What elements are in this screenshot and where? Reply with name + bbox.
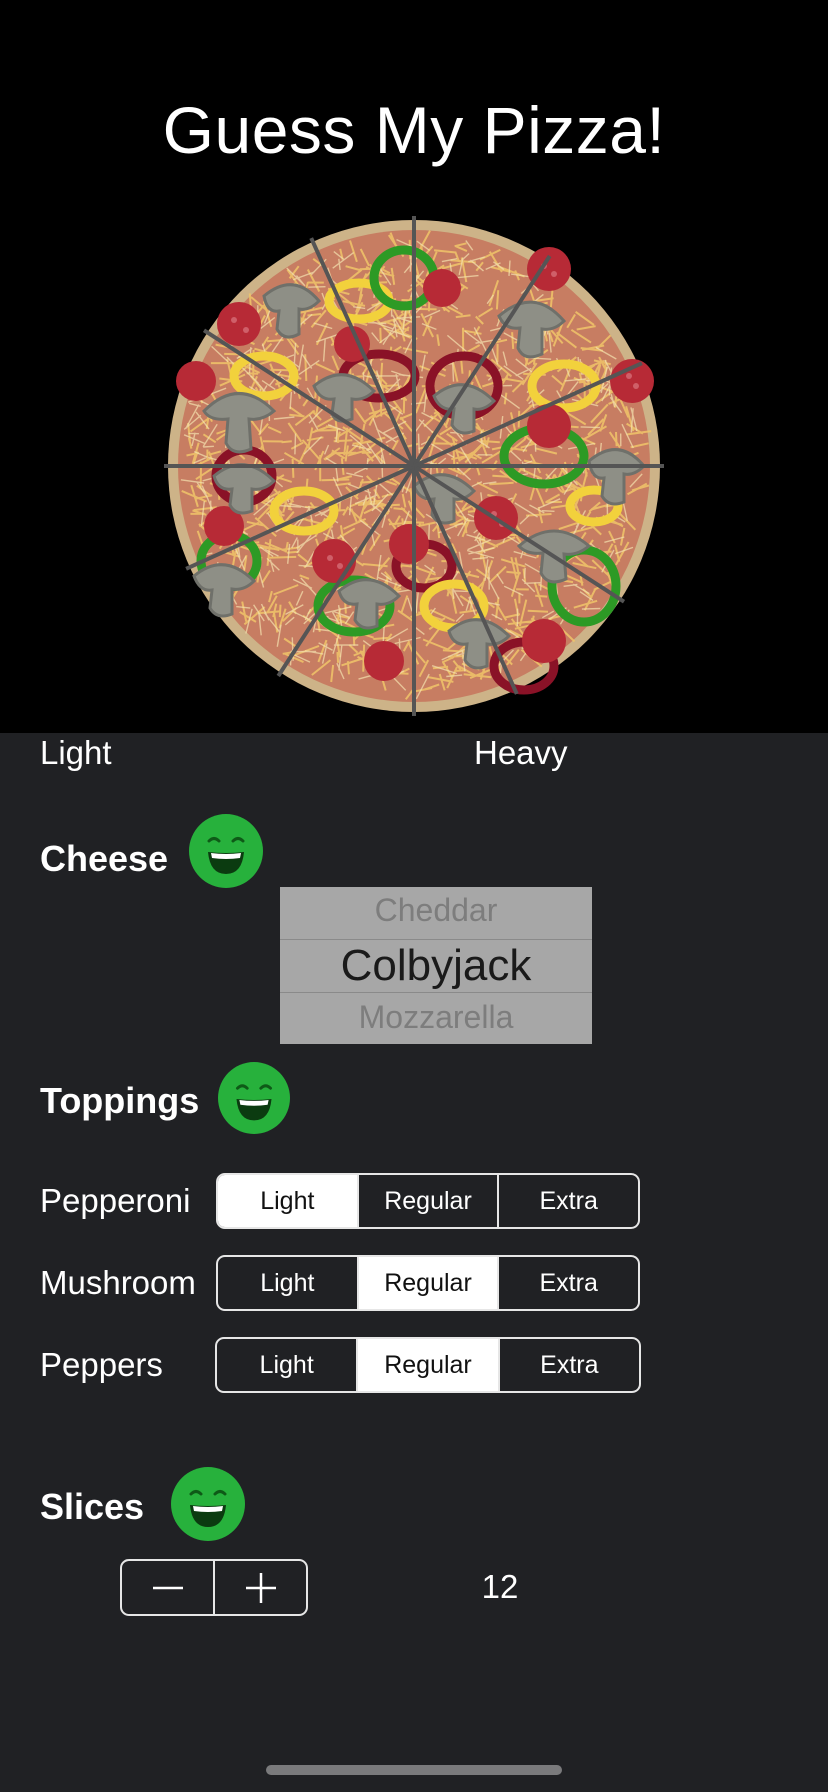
segment-extra[interactable]: Extra [497,1175,638,1227]
slices-stepper[interactable] [120,1559,308,1616]
segment-light[interactable]: Light [218,1175,357,1227]
slider-max-label: Heavy [474,734,568,771]
pepperoni-amount-segmented-control[interactable]: Light Regular Extra [216,1173,640,1229]
picker-option-previous[interactable]: Cheddar [280,892,592,929]
topping-label-mushroom: Mushroom [40,1264,196,1301]
segment-regular[interactable]: Regular [356,1339,498,1391]
slices-heading: Slices [40,1486,145,1527]
peppers-amount-segmented-control[interactable]: Light Regular Extra [215,1337,641,1393]
plus-icon [245,1572,276,1603]
segment-regular[interactable]: Regular [356,1257,498,1309]
segment-light[interactable]: Light [217,1339,356,1391]
decrement-button[interactable] [122,1561,213,1614]
segment-extra[interactable]: Extra [497,1257,638,1309]
slices-count: 12 [481,1568,519,1605]
mushroom-amount-segmented-control[interactable]: Light Regular Extra [216,1255,640,1311]
increment-button[interactable] [213,1561,306,1614]
picker-divider [280,992,592,993]
minus-icon [152,1586,183,1589]
home-indicator[interactable] [266,1765,562,1775]
segment-extra[interactable]: Extra [497,1339,639,1391]
happy-face-icon [189,814,263,888]
picker-divider [280,939,592,940]
toppings-heading: Toppings [40,1080,200,1121]
screen: Guess My Pizza! Light Heavy Cheese Chedd… [0,0,828,1792]
page-title: Guess My Pizza! [162,93,666,167]
picker-option-selected[interactable]: Colbyjack [280,941,592,991]
slider-min-label: Light [40,734,112,771]
cheese-picker[interactable]: Cheddar Colbyjack Mozzarella [280,887,592,1044]
topping-label-peppers: Peppers [40,1346,163,1383]
pizza-illustration-icon [164,216,664,716]
picker-option-next[interactable]: Mozzarella [280,999,592,1036]
cheese-heading: Cheese [40,838,169,879]
segment-light[interactable]: Light [218,1257,357,1309]
segment-regular[interactable]: Regular [356,1175,498,1227]
pizza-header: Guess My Pizza! [0,0,828,733]
happy-face-icon [171,1467,245,1541]
topping-label-pepperoni: Pepperoni [40,1182,191,1219]
happy-face-icon [218,1062,290,1134]
